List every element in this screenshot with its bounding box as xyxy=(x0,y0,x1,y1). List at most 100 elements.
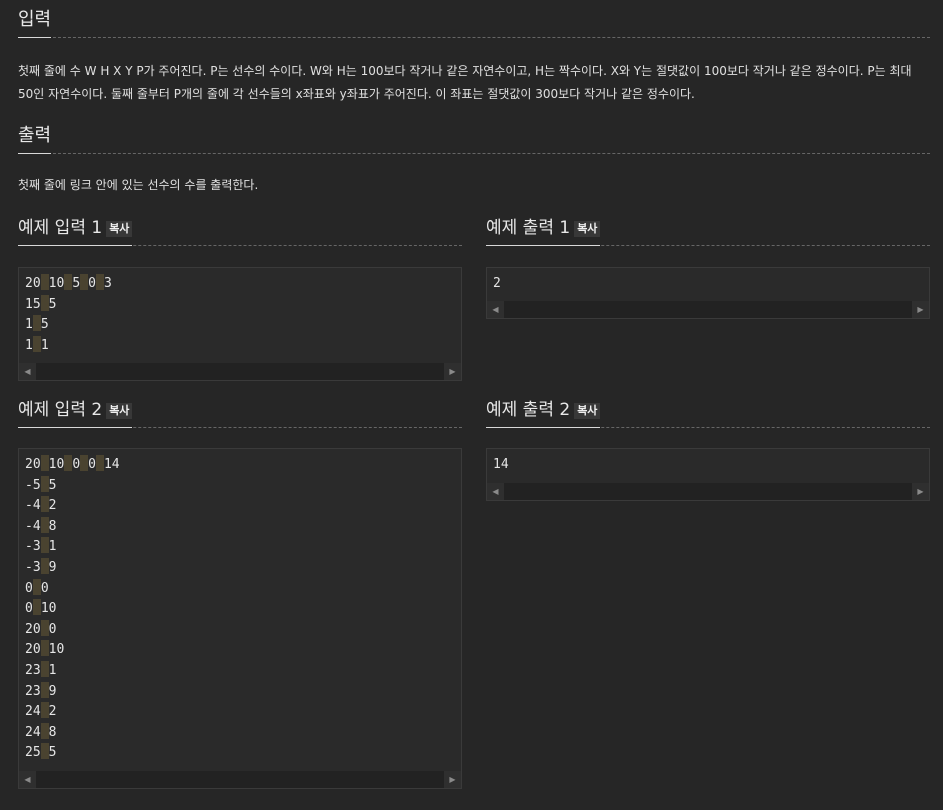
whitespace-highlight xyxy=(40,537,49,554)
scroll-track[interactable] xyxy=(504,483,912,500)
code-token: 1 xyxy=(48,662,57,678)
example-output-1-title: 예제 출력 1 복사 xyxy=(486,217,601,246)
example-input-1-label: 예제 입력 1 xyxy=(18,218,103,238)
code-token: 20 xyxy=(25,276,41,291)
code-token: 20 xyxy=(25,457,41,472)
whitespace-highlight xyxy=(32,315,41,332)
whitespace-highlight xyxy=(40,722,49,739)
whitespace-highlight xyxy=(95,455,104,471)
scroll-left-arrow-icon[interactable]: ◀ xyxy=(487,483,504,500)
copy-input-1-button[interactable]: 복사 xyxy=(106,221,133,237)
example-input-1-content: 20 10 5 0 3 15 5 1 5 1 1 xyxy=(19,268,461,356)
code-line: -3 9 xyxy=(25,557,455,579)
code-token: -3 xyxy=(25,559,41,575)
scroll-left-arrow-icon[interactable]: ◀ xyxy=(487,301,504,318)
code-token: 10 xyxy=(48,457,65,472)
code-token: -5 xyxy=(25,477,41,493)
example-output-2-header: 예제 출력 2 복사 xyxy=(486,398,930,428)
copy-input-2-button[interactable]: 복사 xyxy=(106,403,133,419)
code-token: 23 xyxy=(25,683,41,699)
code-token: 1 xyxy=(25,317,33,333)
code-token: -3 xyxy=(25,539,41,555)
code-line: 11 xyxy=(25,335,455,357)
example-output-2-scrollbar[interactable]: ◀ ▶ xyxy=(487,483,929,500)
whitespace-highlight xyxy=(80,274,89,290)
code-line: 24 2 xyxy=(25,702,455,723)
code-token: 0 xyxy=(25,601,33,617)
whitespace-highlight xyxy=(40,294,49,311)
code-line: -5 5 xyxy=(25,475,455,497)
code-line: 15 xyxy=(25,315,455,336)
code-line: 2 xyxy=(493,274,923,295)
example-input-1-header: 예제 입력 1 복사 xyxy=(18,216,462,246)
whitespace-highlight xyxy=(40,475,49,492)
code-line: 20 10 xyxy=(25,640,455,661)
example-output-2-box[interactable]: 14 ◀ ▶ xyxy=(486,448,930,501)
scroll-right-arrow-icon[interactable]: ▶ xyxy=(912,301,929,318)
code-line: -4 8 xyxy=(25,516,455,538)
code-token: 10 xyxy=(48,642,65,658)
code-token: 23 xyxy=(25,662,41,678)
example-output-1-content: 2 xyxy=(487,268,929,295)
scroll-left-arrow-icon[interactable]: ◀ xyxy=(19,771,36,788)
code-token: 24 xyxy=(25,724,41,740)
example-output-1-box[interactable]: 2 ◀ ▶ xyxy=(486,267,930,319)
scroll-track[interactable] xyxy=(504,301,912,318)
code-line: 20 10 5 0 3 xyxy=(25,274,455,295)
example-input-1-scrollbar[interactable]: ◀ ▶ xyxy=(19,363,461,380)
example-output-2-content: 14 xyxy=(487,449,929,476)
code-token: 2 xyxy=(48,704,57,720)
code-token: 25 xyxy=(25,745,41,761)
code-token: 10 xyxy=(48,276,65,291)
example-input-1-title: 예제 입력 1 복사 xyxy=(18,217,133,246)
example-input-2-scrollbar[interactable]: ◀ ▶ xyxy=(19,771,461,788)
copy-output-1-button[interactable]: 복사 xyxy=(574,221,601,237)
example-input-1-box[interactable]: 20 10 5 0 3 15 5 1 5 1 1 ◀ ▶ xyxy=(18,267,462,381)
code-token: 0 xyxy=(88,457,96,472)
code-token: 14 xyxy=(103,457,120,472)
output-section-title: 출력 xyxy=(18,125,52,154)
code-token: 0 xyxy=(25,580,33,596)
example-output-2-label: 예제 출력 2 xyxy=(486,400,571,420)
scroll-right-arrow-icon[interactable]: ▶ xyxy=(444,771,461,788)
example-output-1-scrollbar[interactable]: ◀ ▶ xyxy=(487,301,929,318)
whitespace-highlight xyxy=(40,743,49,760)
whitespace-highlight xyxy=(40,681,49,698)
whitespace-highlight xyxy=(40,557,49,574)
example-input-2-content: 20 10 0 0 14 -5 5 -4 2 -4 8 -3 1 -3 9 0 0 0 10 20 0 20 10 23 1 23… xyxy=(19,449,461,764)
example-input-2-header: 예제 입력 2 복사 xyxy=(18,398,462,428)
example-input-2-title: 예제 입력 2 복사 xyxy=(18,399,133,428)
code-line: 20 0 xyxy=(25,619,455,641)
scroll-right-arrow-icon[interactable]: ▶ xyxy=(912,483,929,500)
code-token: 15 xyxy=(25,296,41,312)
code-token: 5 xyxy=(72,276,81,291)
code-token: 0 xyxy=(88,276,96,291)
code-token: 24 xyxy=(25,704,41,720)
code-line: 15 5 xyxy=(25,294,455,316)
scroll-right-arrow-icon[interactable]: ▶ xyxy=(444,363,461,380)
code-line: -3 1 xyxy=(25,537,455,558)
code-line: 25 5 xyxy=(25,743,455,764)
whitespace-highlight xyxy=(40,619,49,636)
example-input-2-box[interactable]: 20 10 0 0 14 -5 5 -4 2 -4 8 -3 1 -3 9 0 0 0 10 20 0 20 10 23 1 23… xyxy=(18,448,462,789)
example-output-1-header: 예제 출력 1 복사 xyxy=(486,216,930,246)
whitespace-highlight xyxy=(32,335,41,352)
code-token: 20 xyxy=(25,642,41,658)
code-line: 23 9 xyxy=(25,681,455,703)
input-section-header: 입력 xyxy=(18,8,930,38)
scroll-track[interactable] xyxy=(36,771,444,788)
code-token: 3 xyxy=(103,276,112,291)
scroll-left-arrow-icon[interactable]: ◀ xyxy=(19,363,36,380)
output-section-header: 출력 xyxy=(18,124,930,154)
copy-output-2-button[interactable]: 복사 xyxy=(574,403,601,419)
code-token: 5 xyxy=(48,477,57,493)
whitespace-highlight xyxy=(32,578,41,595)
scroll-track[interactable] xyxy=(36,363,444,380)
code-line: 20 10 0 0 14 xyxy=(25,455,455,476)
code-token: 1 xyxy=(40,337,49,353)
code-token: 2 xyxy=(493,276,501,291)
code-line: 14 xyxy=(493,455,923,476)
code-line: 00 xyxy=(25,578,455,600)
code-line: -4 2 xyxy=(25,496,455,517)
whitespace-highlight xyxy=(40,455,49,471)
